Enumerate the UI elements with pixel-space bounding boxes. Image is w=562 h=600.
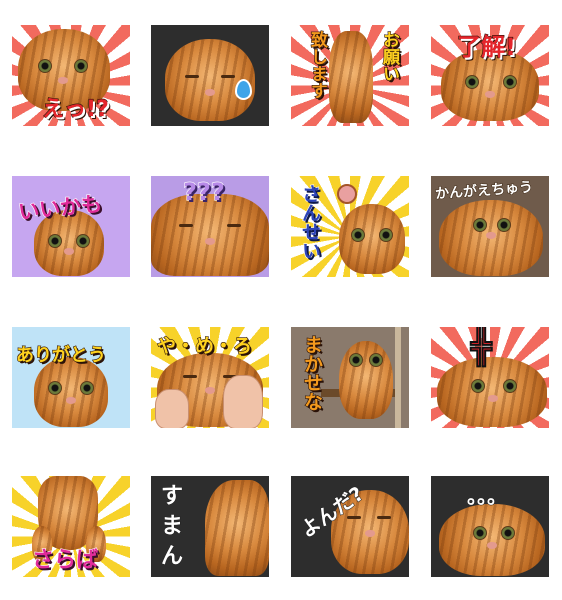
cat-nose xyxy=(64,248,74,255)
cat-nose xyxy=(58,77,68,84)
cat-eye xyxy=(369,353,383,367)
sticker-caption: ありがとう xyxy=(15,344,106,366)
cat-eye-squint xyxy=(377,516,391,519)
sweat-drop-icon xyxy=(235,79,252,100)
sticker-caption: まかせな xyxy=(300,334,323,411)
cat-nose xyxy=(488,395,498,402)
anger-mark-icon: ╬ xyxy=(470,327,493,368)
cat-nose xyxy=(485,91,495,98)
cat-body xyxy=(329,31,373,123)
cat-body xyxy=(205,480,269,576)
cat-eye xyxy=(473,218,487,232)
cat-nose xyxy=(205,89,215,96)
cat-eye xyxy=(497,218,511,232)
sticker-caption: さんせい xyxy=(298,183,321,260)
cat-eye xyxy=(473,526,487,540)
cat-eye xyxy=(503,75,517,89)
cat-face xyxy=(439,200,543,276)
sticker-caption: かんがえちゅう xyxy=(434,179,534,203)
cat-eye xyxy=(501,526,515,540)
sticker-caption: すまん xyxy=(161,484,184,570)
sticker-silence[interactable]: 。。。 xyxy=(431,476,549,577)
cat-face xyxy=(151,194,269,276)
cat-nose xyxy=(66,397,76,404)
sticker-caption-right: お願い xyxy=(378,30,399,82)
sticker-caption-left: 致します xyxy=(306,30,327,99)
cat-eye xyxy=(80,381,94,395)
cat-eye-squint xyxy=(347,516,361,519)
cat-face xyxy=(437,357,547,427)
cat-eye xyxy=(471,379,485,393)
sticker-surprised[interactable]: えっ!? xyxy=(12,25,130,126)
sticker-agree[interactable]: さんせい xyxy=(291,176,409,277)
cat-eye xyxy=(379,228,393,242)
cat-eye xyxy=(38,59,52,73)
hand xyxy=(155,389,189,428)
cat-nose xyxy=(486,232,496,239)
cat-body xyxy=(339,341,393,419)
sticker-caption: や・め・ろ xyxy=(156,334,253,357)
cat-eye-squint xyxy=(179,224,193,227)
sticker-caption: ??? xyxy=(182,177,225,206)
cat-nose xyxy=(205,387,215,394)
cat-eye xyxy=(349,353,363,367)
cat-eye xyxy=(48,381,62,395)
cat-nose xyxy=(487,542,497,549)
cat-tower-post xyxy=(395,327,401,428)
sticker-please[interactable]: 致します お願い xyxy=(291,25,409,126)
sticker-roger[interactable]: 了解! xyxy=(431,25,549,126)
sticker-caption: さらば xyxy=(31,547,99,573)
cat-eye xyxy=(465,75,479,89)
cat-face xyxy=(34,357,108,427)
sticker-angry[interactable]: ╬ xyxy=(431,327,549,428)
raised-paw-icon xyxy=(337,184,357,204)
cat-eye xyxy=(48,234,62,248)
cat-eye xyxy=(351,228,365,242)
sticker-stop-it[interactable]: や・め・ろ xyxy=(151,327,269,428)
sticker-maybe-good[interactable]: いいかも xyxy=(12,176,130,277)
sticker-grid: えっ!? 致します お願い 了解! いいかも ??? さんせい かんがえちゅう … xyxy=(0,0,562,600)
sticker-sweat[interactable] xyxy=(151,25,269,126)
sticker-you-called[interactable]: よんだ? xyxy=(291,476,409,577)
cat-eye-squint xyxy=(227,224,241,227)
cat-eye-closed xyxy=(221,75,235,78)
cat-face xyxy=(439,504,545,576)
cat-eye xyxy=(74,59,88,73)
cat-eye xyxy=(503,379,517,393)
sticker-farewell[interactable]: さらば xyxy=(12,476,130,577)
cat-eye-closed xyxy=(185,75,199,78)
sticker-thanks[interactable]: ありがとう xyxy=(12,327,130,428)
sticker-caption: 。。。 xyxy=(467,484,508,509)
hand xyxy=(223,375,263,428)
cat-nose xyxy=(365,530,375,537)
sticker-caption: 了解! xyxy=(456,32,516,61)
cat-face xyxy=(339,204,405,274)
sticker-sorry[interactable]: すまん xyxy=(151,476,269,577)
cat-eye-closed xyxy=(183,375,197,378)
cat-eye xyxy=(76,234,90,248)
sticker-thinking[interactable]: かんがえちゅう xyxy=(431,176,549,277)
cat-nose xyxy=(205,238,215,245)
sticker-caption: えっ!? xyxy=(41,96,109,122)
sticker-leave-it-to-me[interactable]: まかせな xyxy=(291,327,409,428)
sticker-question[interactable]: ??? xyxy=(151,176,269,277)
